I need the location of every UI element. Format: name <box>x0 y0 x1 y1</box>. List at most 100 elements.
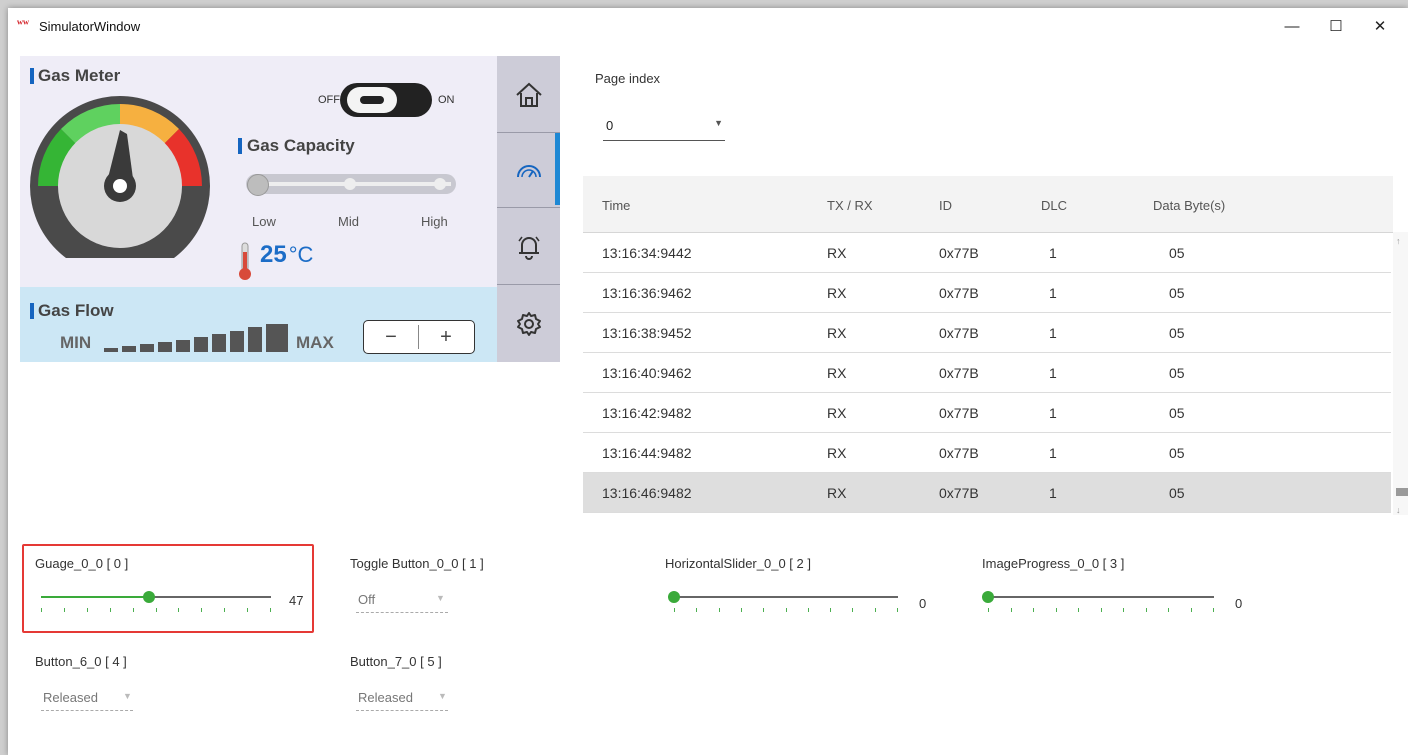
gas-capacity-title: Gas Capacity <box>247 136 355 155</box>
slider-tick <box>674 608 675 612</box>
gauge-slider[interactable] <box>41 591 271 612</box>
capacity-low-label: Low <box>252 214 276 229</box>
slider-tick <box>1011 608 1012 612</box>
image-progress-thumb[interactable] <box>982 591 994 603</box>
power-toggle[interactable] <box>340 83 432 117</box>
slider-tick <box>763 608 764 612</box>
slider-tick <box>201 608 202 612</box>
table-row[interactable]: 13:16:42:9482 RX 0x77B 1 05 <box>583 393 1391 433</box>
capacity-slider[interactable] <box>246 174 456 196</box>
chevron-down-icon: ▼ <box>123 691 132 701</box>
horizontal-slider-ticks <box>674 608 898 612</box>
toggle-button-value: Off <box>358 592 376 607</box>
column-header-data[interactable]: Data Byte(s) <box>1153 198 1225 213</box>
slider-tick <box>133 608 134 612</box>
gauge-icon[interactable] <box>514 156 544 186</box>
button6-value: Released <box>43 690 98 705</box>
app-logo-icon: ᵂᵂ <box>17 19 29 30</box>
button6-select[interactable]: Released ▼ <box>41 688 133 711</box>
page-index-select[interactable]: 0 ▼ <box>603 112 725 141</box>
table-row[interactable]: 13:16:36:9462 RX 0x77B 1 05 <box>583 273 1391 313</box>
capacity-high-label: High <box>421 214 448 229</box>
window-title: SimulatorWindow <box>39 19 141 34</box>
button7-select[interactable]: Released ▼ <box>356 688 448 711</box>
temperature-value: 25 <box>260 241 287 268</box>
temperature-unit: °C <box>288 242 314 267</box>
slider-tick <box>875 608 876 612</box>
column-header-txrx[interactable]: TX / RX <box>827 198 873 213</box>
scroll-up-arrow-icon[interactable]: ↑ <box>1396 236 1401 246</box>
scroll-down-arrow-icon[interactable]: ↓ <box>1396 505 1401 515</box>
gauge-slider-thumb[interactable] <box>143 591 155 603</box>
slider-tick <box>830 608 831 612</box>
slider-tick <box>988 608 989 612</box>
gauge-slider-ticks <box>41 608 271 612</box>
table-row[interactable]: 13:16:38:9452 RX 0x77B 1 05 <box>583 313 1391 353</box>
scroll-thumb[interactable] <box>1396 488 1408 496</box>
image-progress-value: 0 <box>1235 596 1243 611</box>
gear-icon[interactable] <box>514 309 544 339</box>
table-scrollbar[interactable]: ↑ ↓ <box>1393 232 1408 515</box>
bell-icon[interactable] <box>514 232 544 262</box>
chevron-down-icon: ▼ <box>438 691 447 701</box>
horizontal-slider[interactable] <box>668 591 898 612</box>
capacity-mid-label: Mid <box>338 214 359 229</box>
slider-tick <box>270 608 271 612</box>
slider-tick <box>786 608 787 612</box>
table-row[interactable]: 13:16:44:9482 RX 0x77B 1 05 <box>583 433 1391 473</box>
title-bar: ᵂᵂ SimulatorWindow — ☐ ✕ <box>8 8 1408 46</box>
table-row[interactable]: 13:16:40:9462 RX 0x77B 1 05 <box>583 353 1391 393</box>
toggle-knob <box>347 87 397 113</box>
button7-value: Released <box>358 690 413 705</box>
home-icon[interactable] <box>514 80 544 110</box>
minimize-button[interactable]: — <box>1270 12 1314 42</box>
slider-tick <box>1033 608 1034 612</box>
table-header: Time TX / RX ID DLC Data Byte(s) <box>583 176 1393 233</box>
table-row-selected[interactable]: 13:16:46:9482 RX 0x77B 1 05 <box>583 473 1391 513</box>
slider-tick <box>1056 608 1057 612</box>
section-marker <box>238 138 242 154</box>
gas-gauge <box>30 96 210 258</box>
column-header-id[interactable]: ID <box>939 198 952 213</box>
flow-stepper: − + <box>363 320 475 354</box>
temperature-readout: 25°C <box>260 241 313 269</box>
flow-level-bars <box>104 324 288 352</box>
page-index-label: Page index <box>595 71 661 86</box>
slider-tick <box>1146 608 1147 612</box>
slider-tick <box>156 608 157 612</box>
slider-tick <box>741 608 742 612</box>
slider-tick <box>897 608 898 612</box>
slider-tick <box>1078 608 1079 612</box>
slider-tick <box>41 608 42 612</box>
horizontal-slider-thumb[interactable] <box>668 591 680 603</box>
section-marker <box>30 303 34 319</box>
section-marker <box>30 68 34 84</box>
slider-tick <box>1101 608 1102 612</box>
close-button[interactable]: ✕ <box>1358 12 1402 42</box>
maximize-button[interactable]: ☐ <box>1314 12 1358 42</box>
flow-increase-button[interactable]: + <box>419 321 473 353</box>
toggle-button-control-label: Toggle Button_0_0 [ 1 ] <box>350 556 484 571</box>
slider-tick <box>178 608 179 612</box>
simulator-window: ᵂᵂ SimulatorWindow — ☐ ✕ Gas Meter OFF O… <box>8 8 1408 755</box>
message-table: Time TX / RX ID DLC Data Byte(s) 13:16:3… <box>583 176 1408 515</box>
slider-tick <box>719 608 720 612</box>
column-header-dlc[interactable]: DLC <box>1041 198 1067 213</box>
slider-tick <box>696 608 697 612</box>
button6-control-label: Button_6_0 [ 4 ] <box>35 654 127 669</box>
slider-tick <box>247 608 248 612</box>
slider-tick <box>224 608 225 612</box>
toggle-off-label: OFF <box>318 94 340 106</box>
toggle-button-select[interactable]: Off ▼ <box>356 590 448 613</box>
slider-tick <box>808 608 809 612</box>
image-progress-slider[interactable] <box>982 591 1214 612</box>
gas-meter-title: Gas Meter <box>38 66 121 85</box>
flow-decrease-button[interactable]: − <box>364 321 418 353</box>
active-tab-indicator <box>555 133 560 205</box>
table-row[interactable]: 13:16:34:9442 RX 0x77B 1 05 <box>583 233 1391 273</box>
chevron-down-icon: ▼ <box>714 118 723 128</box>
capacity-knob[interactable] <box>247 174 269 196</box>
thermometer-icon <box>239 242 251 280</box>
hmi-preview: Gas Meter OFF ON Gas Capacity Low Mid Hi… <box>20 56 560 362</box>
column-header-time[interactable]: Time <box>602 198 630 213</box>
